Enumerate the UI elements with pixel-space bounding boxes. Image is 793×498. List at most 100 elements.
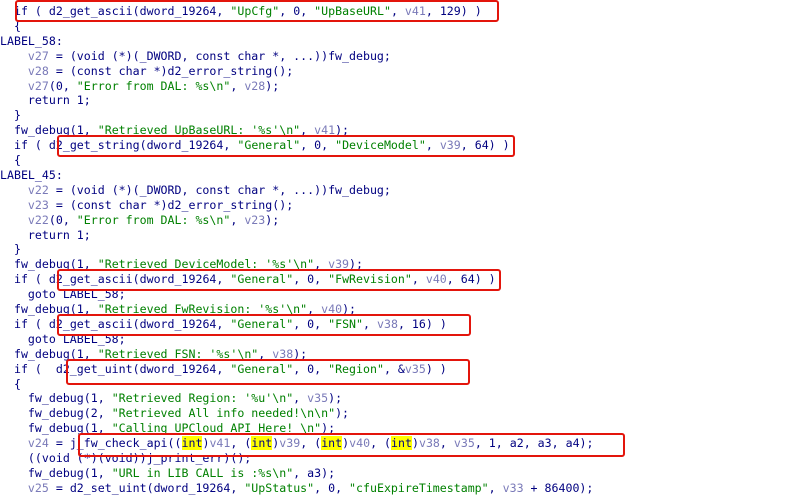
code-token: "Calling UPCloud API Here! \n": [111, 421, 322, 436]
code-token: ,: [300, 123, 315, 138]
code-token: "General": [230, 272, 294, 287]
code-token: , 0,: [314, 480, 350, 495]
code-line: fw_debug(2, "Retrieved All info needed!\…: [0, 406, 349, 421]
code-token: fw_debug(1,: [0, 302, 98, 316]
code-line: LABEL_58:: [0, 34, 63, 49]
code-token: "Retrieved All info needed!\n\n": [111, 406, 336, 421]
code-token: v39: [279, 436, 301, 451]
code-line: v25 = d2_set_uint(dword_19264, "UpStatus…: [0, 481, 593, 496]
code-token: );: [265, 212, 280, 227]
code-token: "General": [230, 316, 294, 331]
code-token: return 1;: [0, 227, 91, 242]
code-token: fw_debug(1,: [0, 123, 98, 138]
code-token: v40: [425, 272, 447, 287]
code-token: , 0,: [300, 138, 336, 153]
code-token: , (: [230, 436, 252, 451]
code-token: ,: [411, 272, 426, 287]
code-token: v22: [27, 212, 49, 227]
code-token: , 1, a2, a3, a4);: [474, 436, 594, 451]
code-token: ,: [439, 436, 454, 451]
code-line: ((void (*)(void))j_print_err)();: [0, 451, 251, 466]
code-token: return 1;: [0, 93, 91, 108]
code-token: }: [0, 242, 21, 257]
code-token: "Error from DAL: %s\n": [76, 78, 231, 93]
code-line: v23 = (const char *)d2_error_string();: [0, 198, 293, 213]
code-line: v27 = (void (*)(_DWORD, const char *, ..…: [0, 49, 391, 64]
code-line: }: [0, 242, 21, 257]
code-line: return 1;: [0, 228, 91, 243]
code-line: }: [0, 108, 21, 123]
code-token: ,: [390, 4, 405, 18]
code-line: fw_debug(1, "Retrieved FwRevision: '%s'\…: [0, 302, 356, 317]
code-token: if (: [0, 272, 49, 287]
code-token: v40: [349, 436, 371, 451]
code-token: }: [0, 108, 21, 123]
code-token: fw_debug(2,: [0, 406, 112, 421]
code-token: "URL in LIB CALL is :%s\n": [111, 465, 294, 480]
code-line: fw_debug(1, "Retrieved UpBaseURL: '%s'\n…: [0, 123, 349, 138]
code-token: (0,: [48, 212, 77, 227]
code-token: ,: [307, 302, 322, 316]
code-token: if (: [0, 4, 49, 18]
code-token: , 0,: [293, 361, 329, 376]
code-token: (dword_19264,: [139, 138, 238, 153]
code-token: d2_get_string: [48, 138, 140, 153]
code-line: if ( d2_get_uint(dword_19264, "General",…: [0, 362, 447, 377]
code-token: , &: [383, 361, 405, 376]
code-token: if (: [0, 361, 56, 376]
code-token: {: [0, 376, 21, 391]
code-line: {: [0, 377, 21, 392]
code-line: LABEL_45:: [0, 168, 63, 183]
code-line: if ( d2_get_string(dword_19264, "General…: [0, 138, 510, 153]
code-token: v24: [27, 436, 49, 451]
code-token: , 129) ): [425, 4, 482, 18]
code-line: goto LABEL_58;: [0, 332, 126, 347]
code-line: if ( d2_get_ascii(dword_19264, "General"…: [0, 272, 496, 287]
code-token: "Retrieved DeviceModel: '%s'\n": [97, 257, 315, 272]
code-token: "cfuExpireTimestamp": [349, 480, 489, 495]
code-token: , 64) ): [446, 272, 496, 287]
code-token: {: [0, 153, 21, 167]
code-token: v28: [244, 78, 266, 93]
code-token: goto LABEL_58;: [0, 287, 126, 302]
code-token: , (: [300, 436, 322, 451]
code-line: return 1;: [0, 93, 91, 108]
code-token: );: [335, 406, 350, 421]
code-token: "UpStatus": [244, 480, 315, 495]
code-token: v35: [453, 436, 475, 451]
code-token: fw_debug(1,: [0, 421, 112, 436]
code-token: if (: [0, 316, 49, 331]
code-token: v38: [376, 316, 398, 331]
code-token: fw_debug(1,: [0, 465, 112, 480]
code-token: (0,: [48, 78, 77, 93]
code-token: );: [321, 421, 336, 436]
code-token: );: [293, 346, 308, 361]
code-token: LABEL_58:: [0, 33, 63, 48]
code-token: goto LABEL_58;: [0, 331, 126, 346]
code-token: , (: [370, 436, 392, 451]
code-line: if ( d2_get_ascii(dword_19264, "UpCfg", …: [0, 4, 482, 19]
code-token: , 64) ): [460, 138, 510, 153]
code-token: d2_get_ascii: [48, 4, 133, 18]
code-token: v41: [404, 4, 426, 18]
code-token: );: [328, 391, 343, 406]
code-token: v38: [418, 436, 440, 451]
code-token: "Retrieved Region: '%u'\n": [111, 391, 294, 406]
code-token: ,: [488, 480, 503, 495]
code-token: "UpBaseURL": [314, 4, 391, 18]
code-token: ,: [230, 212, 245, 227]
code-token: = (const char *)d2_error_string();: [48, 63, 294, 78]
code-line: {: [0, 19, 21, 34]
code-token: v39: [328, 257, 350, 272]
code-line: fw_debug(1, "URL in LIB CALL is :%s\n", …: [0, 466, 335, 481]
code-token: v23: [27, 197, 49, 212]
code-token: v27: [27, 78, 49, 93]
code-token: v28: [27, 63, 49, 78]
code-token: );: [342, 302, 357, 316]
code-token: "Retrieved FSN: '%s'\n": [97, 346, 259, 361]
pseudocode-view: if ( d2_get_ascii(dword_19264, "UpCfg", …: [0, 0, 793, 498]
